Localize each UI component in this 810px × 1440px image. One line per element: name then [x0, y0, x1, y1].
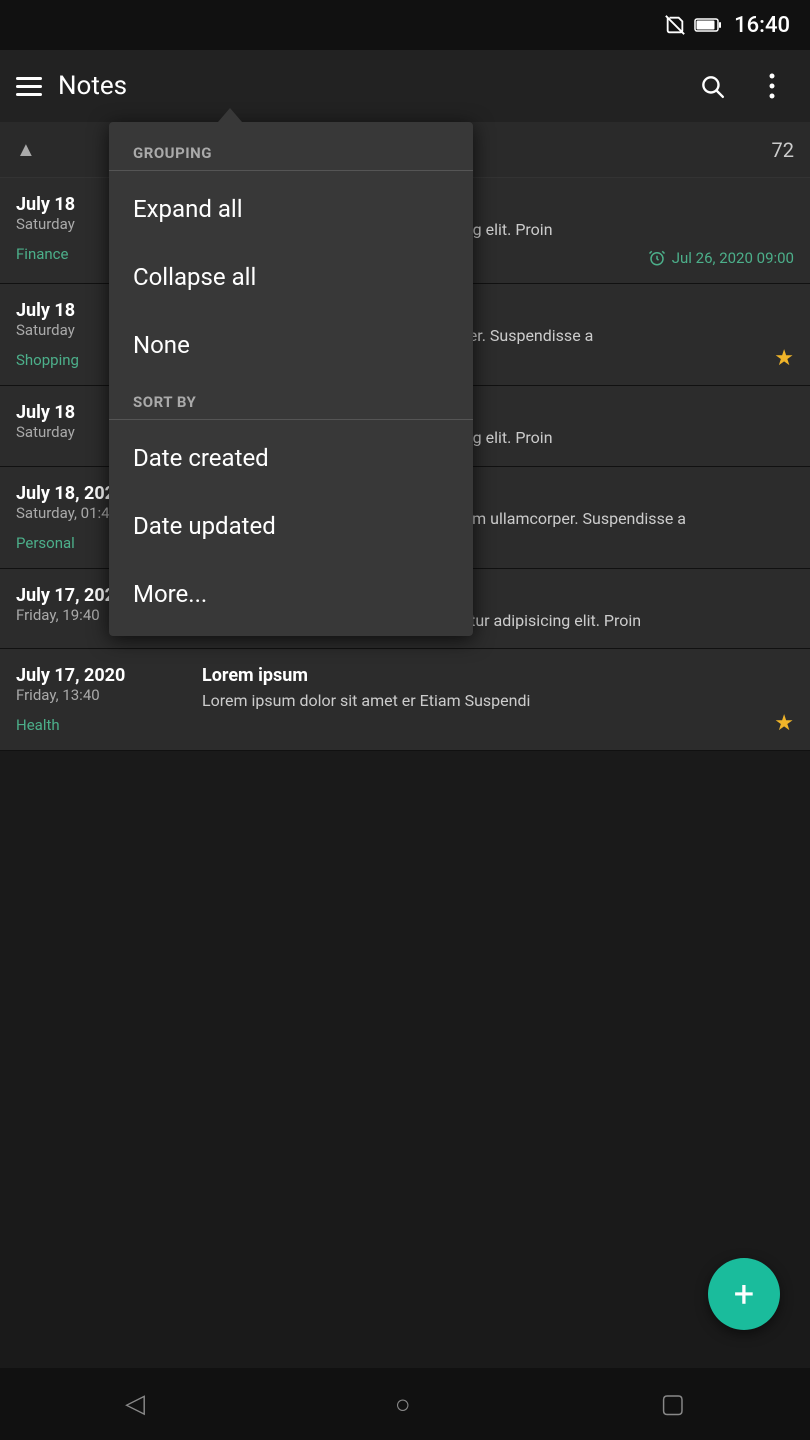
note-count: 72 [772, 138, 794, 162]
note-tag: Health [16, 716, 186, 734]
sim-off-icon [664, 14, 686, 36]
back-icon: ◁ [125, 1389, 145, 1419]
more-button[interactable] [750, 64, 794, 108]
battery-icon [694, 17, 722, 33]
bottom-nav: ◁ ○ ▢ [0, 1368, 810, 1440]
recents-icon: ▢ [660, 1389, 685, 1419]
grouping-divider [109, 170, 473, 171]
menu-button[interactable] [16, 77, 42, 96]
home-button[interactable]: ○ [395, 1389, 411, 1420]
date-created-item[interactable]: Date created [109, 424, 473, 492]
none-item[interactable]: None [109, 311, 473, 379]
grouping-label: GROUPING [109, 130, 473, 170]
more-item[interactable]: More... [109, 560, 473, 628]
note-card[interactable]: July 17, 2020 Friday, 13:40 Health Lorem… [0, 649, 810, 751]
note-date: July 17, 2020 [16, 665, 186, 686]
star-icon: ★ [774, 711, 794, 736]
dropdown-menu: GROUPING Expand all Collapse all None SO… [109, 122, 473, 636]
expand-all-item[interactable]: Expand all [109, 175, 473, 243]
date-updated-item[interactable]: Date updated [109, 492, 473, 560]
sort-by-divider [109, 419, 473, 420]
collapse-chevron[interactable]: ▲ [16, 137, 36, 162]
sort-by-label: SORT BY [109, 379, 473, 419]
note-body: Lorem ipsum dolor sit amet er Etiam Susp… [202, 690, 794, 712]
search-icon [699, 73, 725, 99]
note-title: Lorem ipsum [202, 665, 794, 686]
add-icon: + [734, 1273, 754, 1315]
status-time: 16:40 [734, 13, 790, 38]
alarm-icon [648, 249, 666, 267]
star-icon: ★ [774, 346, 794, 371]
app-title: Notes [58, 71, 674, 101]
status-icons [664, 14, 722, 36]
app-bar: Notes [0, 50, 810, 122]
dropdown-pointer [218, 108, 242, 122]
back-button[interactable]: ◁ [125, 1389, 145, 1419]
reminder-text: Jul 26, 2020 09:00 [672, 249, 794, 267]
home-icon: ○ [395, 1390, 411, 1420]
search-button[interactable] [690, 64, 734, 108]
status-bar: 16:40 [0, 0, 810, 50]
recents-button[interactable]: ▢ [660, 1389, 685, 1419]
collapse-all-item[interactable]: Collapse all [109, 243, 473, 311]
more-icon [769, 73, 775, 99]
add-button[interactable]: + [708, 1258, 780, 1330]
note-day: Friday, 13:40 [16, 686, 186, 704]
